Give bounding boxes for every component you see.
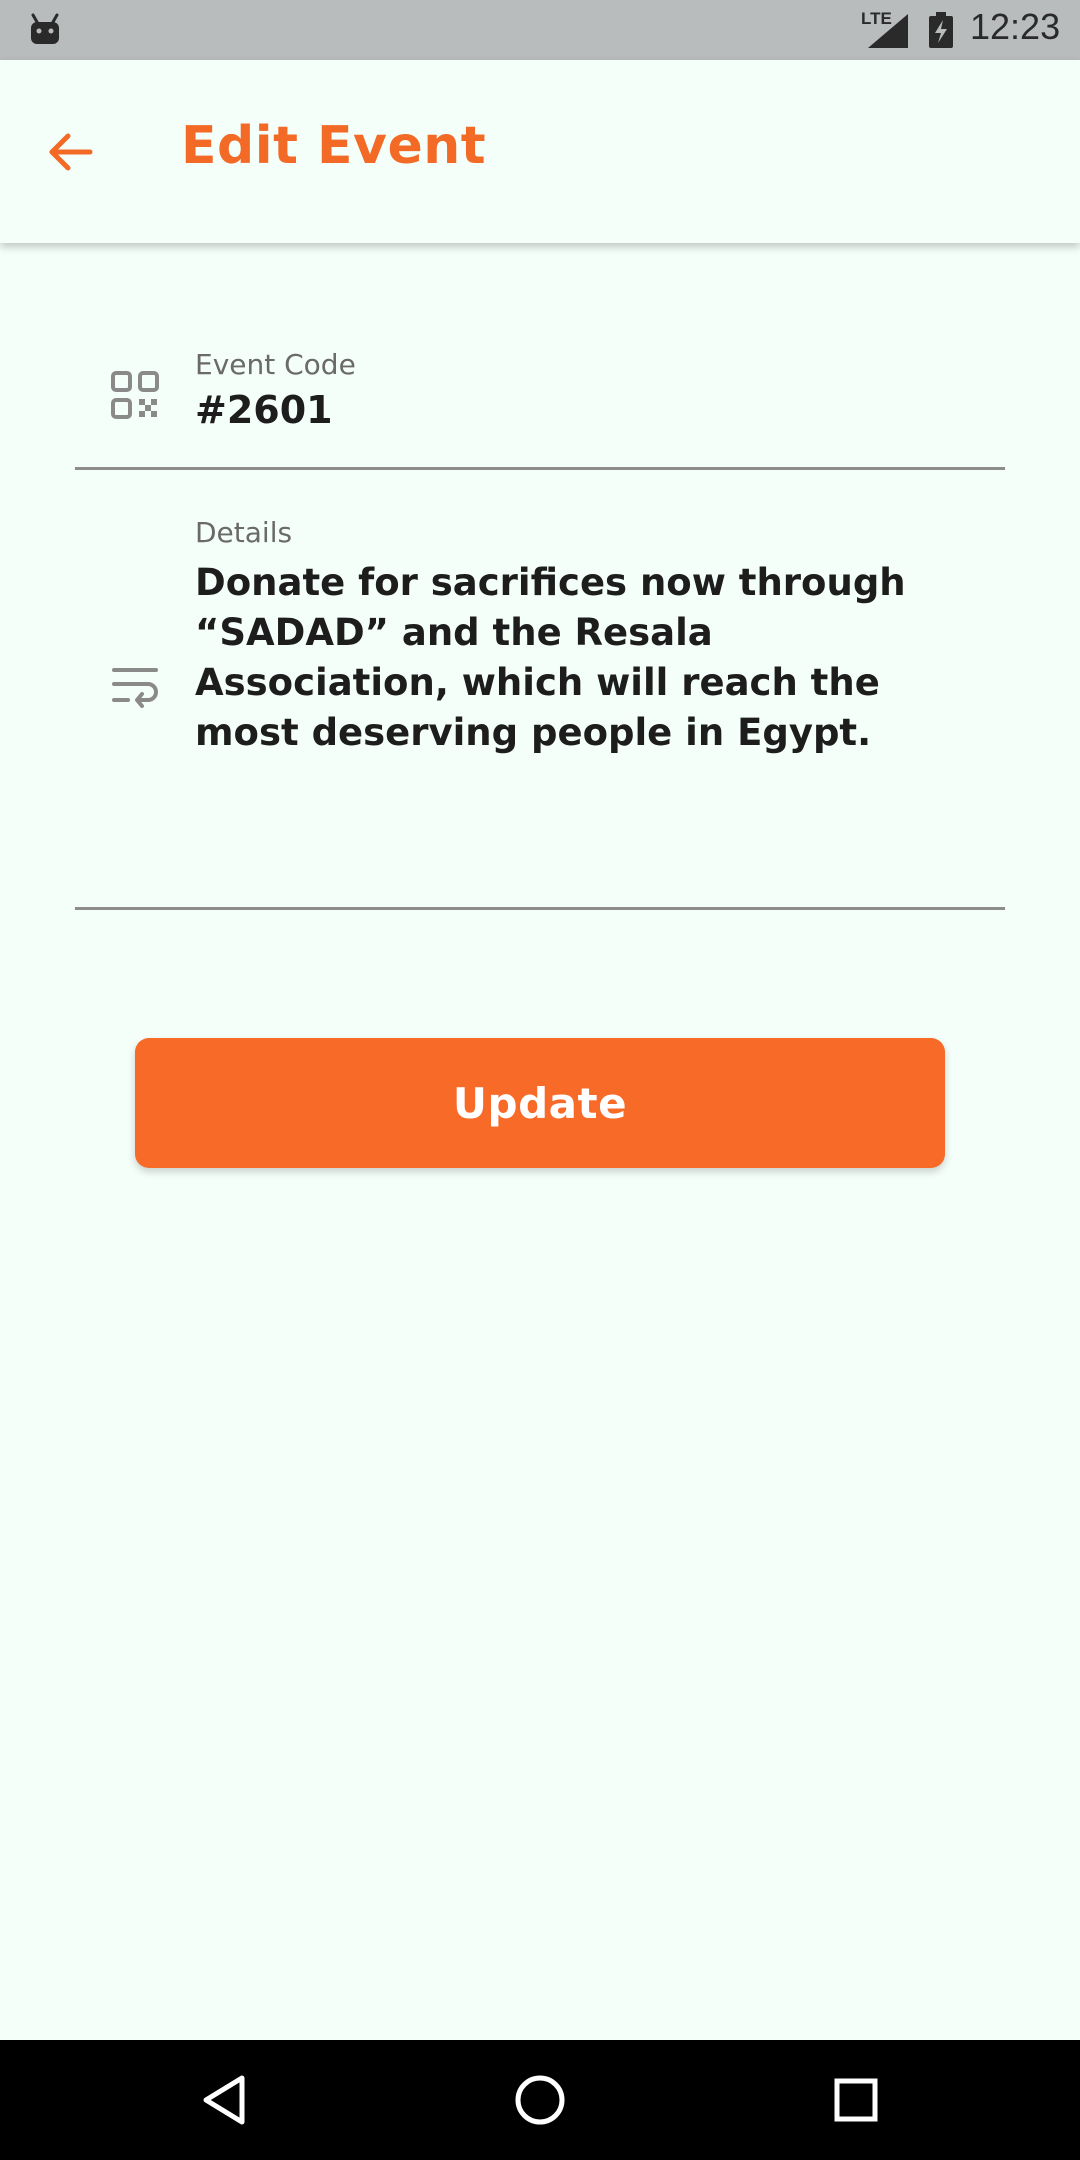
update-button[interactable]: Update: [135, 1038, 945, 1168]
system-nav-bar: [0, 2040, 1080, 2160]
details-underline: [75, 907, 1005, 910]
battery-charging-icon: [929, 12, 953, 48]
arrow-left-icon[interactable]: [44, 126, 96, 178]
home-circle-icon[interactable]: [510, 2070, 570, 2130]
event-code-field[interactable]: Event Code #2601: [75, 340, 1005, 470]
cell-signal-icon: [868, 14, 908, 48]
details-field[interactable]: Details Donate for sacrifices now throug…: [75, 510, 1005, 910]
qr-code-icon: [111, 371, 159, 419]
status-bar: LTE 12:23: [0, 0, 1080, 60]
app-bar: Edit Event: [0, 60, 1080, 243]
text-wrap-icon: [112, 668, 158, 708]
recents-square-icon[interactable]: [826, 2070, 886, 2130]
details-input[interactable]: Donate for sacrifices now through “SADAD…: [195, 558, 975, 758]
event-code-label: Event Code: [195, 348, 356, 381]
details-label: Details: [195, 516, 293, 549]
page-title: Edit Event: [181, 116, 487, 176]
back-triangle-icon[interactable]: [196, 2070, 256, 2130]
status-clock: 12:23: [970, 6, 1061, 47]
event-code-underline: [75, 467, 1005, 470]
update-button-label: Update: [452, 1078, 628, 1128]
event-code-input[interactable]: #2601: [195, 388, 333, 432]
android-debug-icon: [31, 13, 59, 44]
